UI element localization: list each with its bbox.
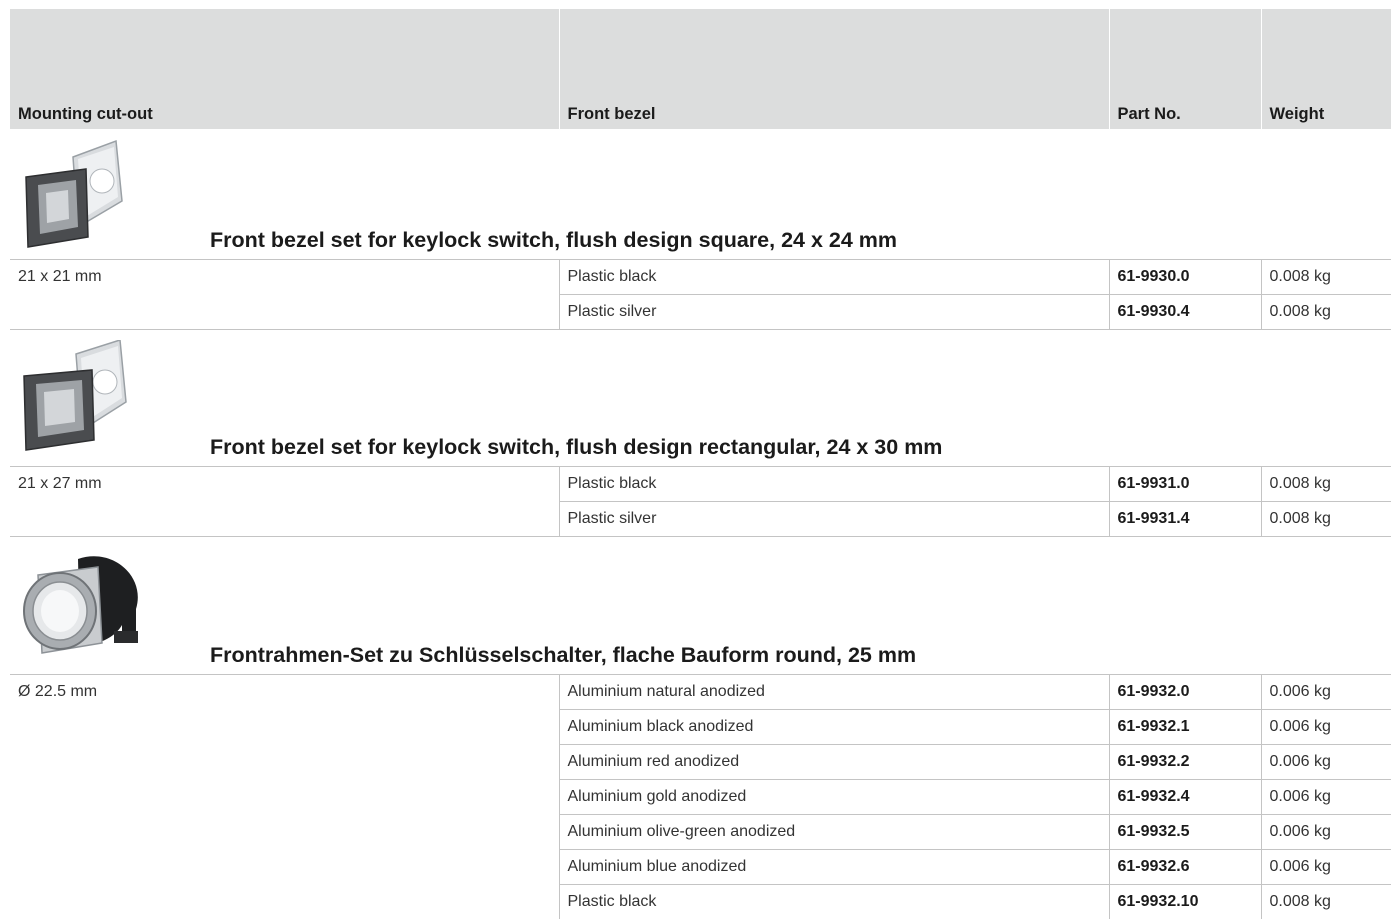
weight-cell: 0.006 kg [1261, 815, 1391, 850]
weight-cell: 0.008 kg [1261, 885, 1391, 919]
product-group-header: Frontrahmen-Set zu Schlüsselschalter, fl… [10, 537, 1391, 675]
part-no-cell: 61-9932.1 [1109, 710, 1261, 745]
mounting-cutout-cell: 21 x 27 mm [10, 467, 559, 537]
product-group: Front bezel set for keylock switch, flus… [10, 330, 1391, 537]
table-row: 21 x 27 mm Plastic black 61-9931.0 0.008… [10, 467, 1391, 502]
weight-cell: 0.008 kg [1261, 467, 1391, 502]
product-group-header-cell: Front bezel set for keylock switch, flus… [10, 129, 1391, 260]
front-bezel-cell: Plastic silver [559, 295, 1109, 330]
table-row: 21 x 21 mm Plastic black 61-9930.0 0.008… [10, 260, 1391, 295]
part-no-cell: 61-9932.5 [1109, 815, 1261, 850]
part-no-cell: 61-9931.4 [1109, 502, 1261, 537]
weight-cell: 0.008 kg [1261, 295, 1391, 330]
weight-cell: 0.006 kg [1261, 780, 1391, 815]
product-group-header: Front bezel set for keylock switch, flus… [10, 330, 1391, 467]
product-group: Front bezel set for keylock switch, flus… [10, 129, 1391, 330]
product-table-sheet: Mounting cut-out Front bezel Part No. We… [10, 9, 1391, 919]
front-bezel-cell: Plastic silver [559, 502, 1109, 537]
square-bezel-icon [18, 139, 128, 254]
header-weight: Weight [1261, 9, 1391, 129]
front-bezel-cell: Aluminium blue anodized [559, 850, 1109, 885]
product-group-title: Frontrahmen-Set zu Schlüsselschalter, fl… [210, 643, 916, 668]
weight-cell: 0.006 kg [1261, 745, 1391, 780]
header-front-bezel: Front bezel [559, 9, 1109, 129]
product-group-title: Front bezel set for keylock switch, flus… [210, 435, 942, 460]
front-bezel-cell: Plastic black [559, 260, 1109, 295]
product-group-header-cell: Frontrahmen-Set zu Schlüsselschalter, fl… [10, 537, 1391, 675]
product-group-title: Front bezel set for keylock switch, flus… [210, 228, 897, 253]
front-bezel-cell: Aluminium red anodized [559, 745, 1109, 780]
part-no-cell: 61-9932.6 [1109, 850, 1261, 885]
mounting-cutout-cell: 21 x 21 mm [10, 260, 559, 330]
weight-cell: 0.008 kg [1261, 260, 1391, 295]
weight-cell: 0.008 kg [1261, 502, 1391, 537]
table-header-row: Mounting cut-out Front bezel Part No. We… [10, 9, 1391, 129]
product-group-header-cell: Front bezel set for keylock switch, flus… [10, 330, 1391, 467]
front-bezel-cell: Aluminium gold anodized [559, 780, 1109, 815]
product-group-header: Front bezel set for keylock switch, flus… [10, 129, 1391, 260]
weight-cell: 0.006 kg [1261, 710, 1391, 745]
front-bezel-cell: Aluminium natural anodized [559, 675, 1109, 710]
front-bezel-cell: Plastic black [559, 467, 1109, 502]
part-no-cell: 61-9932.10 [1109, 885, 1261, 919]
product-group: Frontrahmen-Set zu Schlüsselschalter, fl… [10, 537, 1391, 919]
mounting-cutout-cell: Ø 22.5 mm [10, 675, 559, 919]
front-bezel-cell: Plastic black [559, 885, 1109, 919]
weight-cell: 0.006 kg [1261, 850, 1391, 885]
product-table: Mounting cut-out Front bezel Part No. We… [10, 9, 1391, 919]
table-row: Ø 22.5 mm Aluminium natural anodized 61-… [10, 675, 1391, 710]
part-no-cell: 61-9930.0 [1109, 260, 1261, 295]
round-bezel-icon [18, 547, 148, 662]
weight-cell: 0.006 kg [1261, 675, 1391, 710]
part-no-cell: 61-9932.4 [1109, 780, 1261, 815]
part-no-cell: 61-9930.4 [1109, 295, 1261, 330]
rectangular-bezel-icon [18, 340, 128, 455]
part-no-cell: 61-9931.0 [1109, 467, 1261, 502]
front-bezel-cell: Aluminium black anodized [559, 710, 1109, 745]
header-mounting-cutout: Mounting cut-out [10, 9, 559, 129]
part-no-cell: 61-9932.2 [1109, 745, 1261, 780]
header-part-no: Part No. [1109, 9, 1261, 129]
part-no-cell: 61-9932.0 [1109, 675, 1261, 710]
front-bezel-cell: Aluminium olive-green anodized [559, 815, 1109, 850]
